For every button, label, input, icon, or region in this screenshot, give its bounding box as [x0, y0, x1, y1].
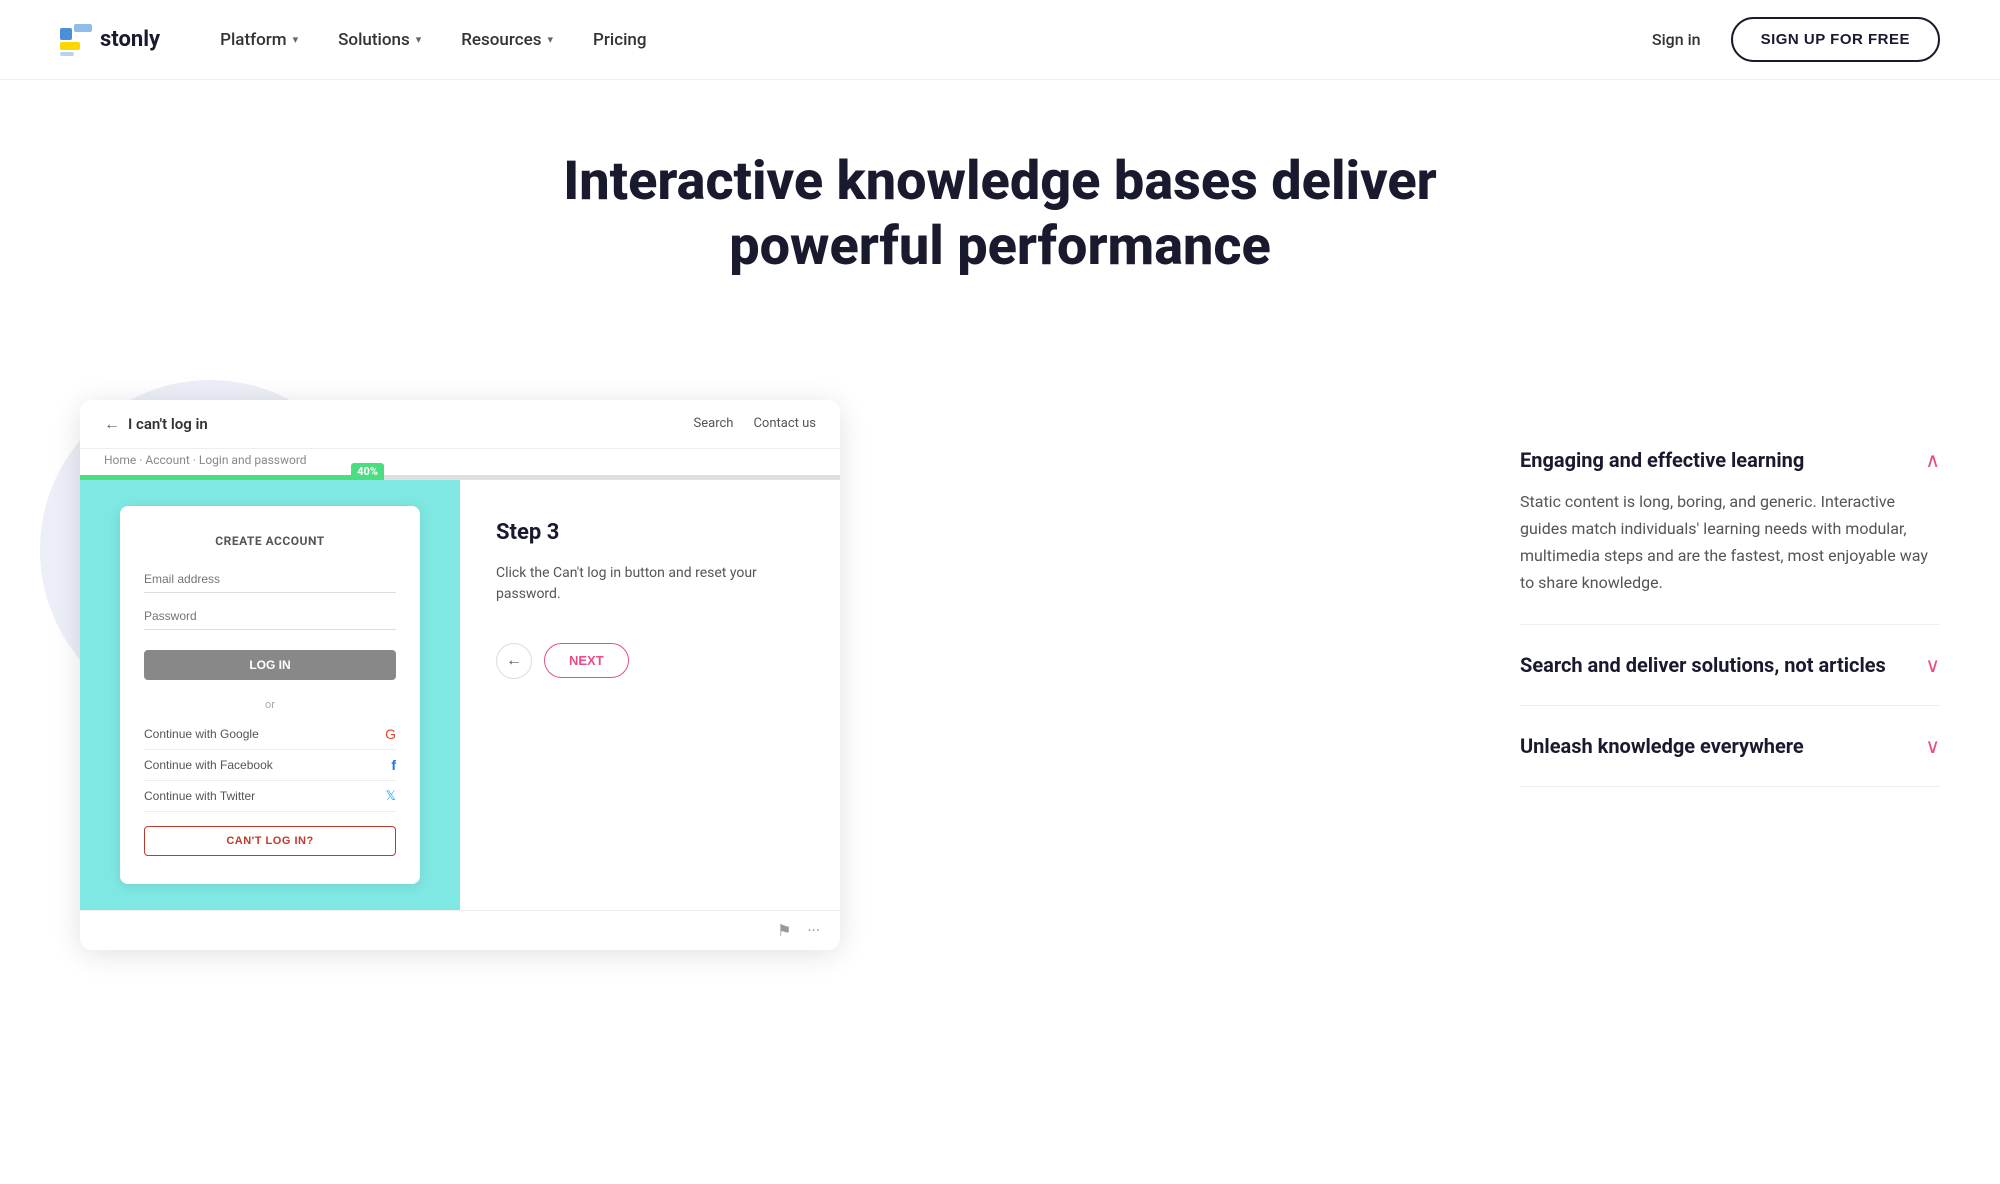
demo-contact-label[interactable]: Contact us: [753, 416, 816, 431]
solutions-chevron-icon: ▾: [416, 33, 422, 46]
nav-pricing-label: Pricing: [593, 30, 647, 50]
resources-chevron-icon: ▾: [547, 33, 553, 46]
platform-chevron-icon: ▾: [293, 33, 299, 46]
google-social-btn[interactable]: Continue with Google G: [144, 719, 396, 750]
feature-engaging: Engaging and effective learning ∧ Static…: [1520, 420, 1940, 626]
logo-text: stonly: [100, 27, 160, 52]
step-next-button[interactable]: NEXT: [544, 643, 629, 678]
demo-section: ← I can't log in Search Contact us Home …: [60, 340, 1440, 950]
nav-resources[interactable]: Resources ▾: [461, 30, 553, 50]
nav-links: Platform ▾ Solutions ▾ Resources ▾ Prici…: [220, 30, 1652, 50]
nav-platform-label: Platform: [220, 30, 286, 50]
nav-right: Sign in SIGN UP FOR FREE: [1652, 17, 1940, 62]
hero-section: Interactive knowledge bases deliver powe…: [0, 80, 2000, 320]
login-button[interactable]: LOG IN: [144, 650, 396, 680]
logo[interactable]: stonly: [60, 24, 160, 56]
twitter-icon: 𝕏: [386, 788, 396, 804]
demo-right-panel: Step 3 Click the Can't log in button and…: [460, 480, 840, 910]
demo-topbar: ← I can't log in Search Contact us: [80, 400, 840, 449]
feature-engaging-chevron-icon: ∧: [1925, 448, 1940, 472]
feature-engaging-title: Engaging and effective learning: [1520, 448, 1925, 472]
logo-icon: [60, 24, 92, 56]
nav-platform[interactable]: Platform ▾: [220, 30, 298, 50]
google-social-label: Continue with Google: [144, 727, 259, 741]
password-field[interactable]: [144, 603, 396, 630]
demo-topbar-title: I can't log in: [128, 415, 208, 433]
demo-body: CREATE ACCOUNT LOG IN or Continue with G…: [80, 480, 840, 910]
feature-search: Search and deliver solutions, not articl…: [1520, 625, 1940, 706]
step-label: Step 3: [496, 520, 804, 545]
cant-login-button[interactable]: CAN'T LOG IN?: [144, 826, 396, 856]
hero-title: Interactive knowledge bases deliver powe…: [550, 150, 1450, 280]
navbar: stonly Platform ▾ Solutions ▾ Resources …: [0, 0, 2000, 80]
step-desc: Click the Can't log in button and reset …: [496, 563, 804, 605]
nav-resources-label: Resources: [461, 30, 541, 50]
email-field[interactable]: [144, 566, 396, 593]
feature-unleash: Unleash knowledge everywhere ∨: [1520, 706, 1940, 787]
demo-breadcrumb: Home · Account · Login and password: [80, 449, 840, 475]
twitter-social-btn[interactable]: Continue with Twitter 𝕏: [144, 781, 396, 812]
sign-in-link[interactable]: Sign in: [1652, 30, 1701, 49]
demo-bottombar: ⚑ ···: [80, 910, 840, 950]
nav-solutions[interactable]: Solutions ▾: [338, 30, 421, 50]
login-card-title: CREATE ACCOUNT: [144, 534, 396, 548]
feature-search-header[interactable]: Search and deliver solutions, not articl…: [1520, 653, 1940, 677]
demo-topbar-left: ← I can't log in: [104, 414, 208, 434]
demo-left-panel: CREATE ACCOUNT LOG IN or Continue with G…: [80, 480, 460, 910]
nav-solutions-label: Solutions: [338, 30, 410, 50]
facebook-social-btn[interactable]: Continue with Facebook f: [144, 750, 396, 781]
progress-bar-container: 40%: [80, 475, 840, 480]
step-nav: ← NEXT: [496, 643, 804, 679]
google-icon: G: [385, 726, 396, 742]
facebook-icon: f: [391, 757, 396, 773]
feature-unleash-chevron-icon: ∨: [1925, 734, 1940, 758]
progress-badge: 40%: [351, 463, 384, 480]
flag-icon[interactable]: ⚑: [777, 921, 791, 940]
feature-unleash-header[interactable]: Unleash knowledge everywhere ∨: [1520, 734, 1940, 758]
twitter-social-label: Continue with Twitter: [144, 789, 255, 803]
feature-search-chevron-icon: ∨: [1925, 653, 1940, 677]
nav-pricing[interactable]: Pricing: [593, 30, 647, 50]
sign-up-button[interactable]: SIGN UP FOR FREE: [1731, 17, 1940, 62]
feature-search-title: Search and deliver solutions, not articl…: [1520, 653, 1925, 677]
feature-unleash-title: Unleash knowledge everywhere: [1520, 734, 1925, 758]
login-card: CREATE ACCOUNT LOG IN or Continue with G…: [120, 506, 420, 884]
demo-search-label[interactable]: Search: [694, 416, 734, 431]
login-or: or: [144, 698, 396, 711]
demo-card: ← I can't log in Search Contact us Home …: [80, 400, 840, 950]
more-options-icon[interactable]: ···: [807, 921, 820, 940]
step-back-button[interactable]: ←: [496, 643, 532, 679]
progress-bar-fill: 40%: [80, 475, 384, 480]
feature-engaging-header[interactable]: Engaging and effective learning ∧: [1520, 448, 1940, 472]
feature-engaging-desc: Static content is long, boring, and gene…: [1520, 488, 1940, 597]
demo-back-arrow-icon[interactable]: ←: [104, 414, 120, 434]
main-content: ← I can't log in Search Contact us Home …: [0, 320, 2000, 1010]
features-section: Engaging and effective learning ∧ Static…: [1520, 340, 1940, 788]
facebook-social-label: Continue with Facebook: [144, 758, 273, 772]
demo-topbar-right: Search Contact us: [694, 416, 816, 431]
